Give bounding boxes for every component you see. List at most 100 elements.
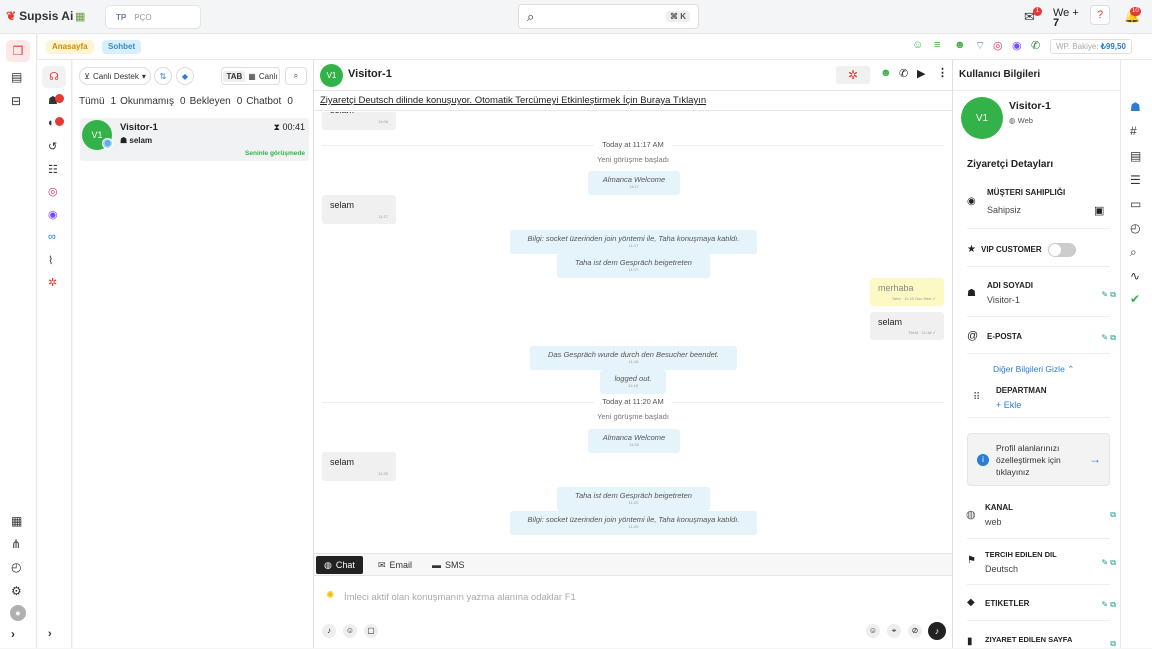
instagram-icon[interactable]: ◎ [993,39,1003,52]
add-department-link[interactable]: + Ekle [996,400,1106,410]
wifi-icon[interactable]: ⌔ [975,39,985,53]
composer: ◍ Chat ✉ Email ▬ SMS ✺ İmleci aktif olan ko… [314,553,952,648]
tab-sms[interactable]: ▬ SMS [424,556,473,574]
history-icon[interactable]: ↺ [48,140,57,153]
list-icon[interactable]: ≡ [934,39,940,51]
global-search[interactable]: ⌕ ⌘ K [518,4,699,29]
tab-chatbot[interactable]: Chatbot 0 [246,96,293,107]
message-time: 11:06 [378,119,388,124]
flow-icon[interactable]: ∿ [1130,269,1140,283]
instagram-nav-icon[interactable]: ◎ [48,185,58,198]
chat-nav-icon[interactable]: ❒ [6,40,30,62]
list-item[interactable]: V1 ◍ Visitor-1 ⧗ 00:41 ☗ selam Seninle g… [80,118,309,161]
user-info-icon[interactable]: ☗ [1130,100,1141,114]
tab-unread[interactable]: Okunmamış 0 [120,96,185,107]
tab-all[interactable]: Tümü 1 [79,96,116,107]
tab-view-button[interactable]: TAB [223,70,246,82]
list-search-icon[interactable]: ⌕ [285,67,307,85]
voice-send-icon[interactable]: ♪ [928,622,946,640]
video-icon[interactable]: ▶ [917,67,925,80]
supsis-icon[interactable]: ✲ [836,66,870,84]
channel-filter[interactable]: ⊻ Canlı Destek ▾ [79,67,151,85]
vip-toggle[interactable] [1048,243,1076,257]
attach-icon[interactable]: ⊘ [908,624,922,638]
transfer-icon[interactable]: ☻ [880,67,892,79]
bot-icon[interactable]: ☺ [343,624,357,638]
tray-nav-icon[interactable]: ⊟ [11,94,21,108]
tab-label: Tümü [79,96,105,107]
template-icon[interactable]: ▢ [364,624,378,638]
system-message: Taha ist dem Gespräch beigetreten 11:20 [557,487,710,511]
edit-copy-icon[interactable]: ✎ ⧉ [1101,333,1116,343]
contacts-icon[interactable]: ☰ [1130,173,1141,187]
phone-icon[interactable]: ✆ [899,67,908,80]
tab-email[interactable]: ✉ Email [370,556,420,574]
tab-chat[interactable]: ◍ Chat [316,556,363,574]
contact-card-icon[interactable]: ▣ [1094,204,1104,217]
hash-icon[interactable]: # [1130,124,1137,138]
org-selector[interactable]: TP PÇO [105,5,201,29]
tab-label: Email [389,560,413,570]
home-pill[interactable]: Anasayfa [46,40,94,54]
message-input[interactable]: İmleci aktif olan konuşmanın yazma alanı… [344,592,576,603]
field-label: ETIKETLER [985,599,1030,608]
emoji-icon[interactable]: ☺ [866,624,880,638]
toggle-more-link[interactable]: Diğer Bilgileri Gizle ⌃ [993,364,1074,375]
collapse-icon[interactable]: › [48,628,52,640]
mic-icon[interactable]: ♪ [322,624,336,638]
drag-handle-icon[interactable]: ⠿ [973,392,980,403]
chat-icon[interactable]: ▭ [1130,197,1141,211]
app-logo[interactable]: ❦ Supsis Ai [6,9,73,23]
edit-copy-icon[interactable]: ✎ ⧉ [1101,290,1116,300]
sort-icon[interactable]: ⇅ [154,67,172,85]
document-icon[interactable]: ▤ [1130,149,1141,163]
agents-icon[interactable]: ☻ [954,39,966,51]
user-count: 7 [1053,17,1060,29]
meta-nav-icon[interactable]: ∞ [48,231,56,243]
check-shield-icon[interactable]: ✔ [1130,292,1140,306]
field-label: ADI SOYADI [987,281,1033,290]
search-icon[interactable]: ⌕ [1130,245,1137,260]
edit-copy-icon[interactable]: ✎ ⧉ [1101,558,1116,568]
share-nav-icon[interactable]: ⋔ [11,537,21,551]
dashboard-nav-icon[interactable]: ▦ [11,514,22,528]
settings-nav-icon[interactable]: ⚙ [11,584,22,598]
alert-nav-icon[interactable]: ◐ [48,117,55,129]
wait-timer: ⧗ 00:41 [274,122,305,133]
tab-waiting[interactable]: Bekleyen 0 [190,96,243,107]
more-icon[interactable]: ⋮ [937,66,948,79]
supsis-nav-icon[interactable]: ✲ [48,276,57,289]
copy-icon[interactable]: ⧉ [1110,510,1116,520]
inbox-nav-icon[interactable]: ▤ [11,70,22,84]
location-icon[interactable]: ⌖ [887,624,901,638]
divider [967,228,1110,229]
help-icon[interactable]: ? [1090,5,1110,25]
visitor-name: Visitor-1 [120,122,158,133]
messenger-icon[interactable]: ◉ [1012,39,1022,52]
edit-copy-icon[interactable]: ✎ ⧉ [1101,600,1116,610]
globe-icon: ◍ [966,509,976,521]
bot-icon[interactable]: ☺ [912,39,923,51]
history-nav-icon[interactable]: ◴ [11,560,21,574]
rss-nav-icon[interactable]: ⌇ [48,254,53,267]
messenger-nav-icon[interactable]: ◉ [48,208,58,221]
section-title: Ziyaretçi Detayları [967,159,1054,170]
chat-pill[interactable]: Sohbet [102,40,142,54]
tab-count: 0 [236,96,243,107]
customize-profile-card[interactable]: i Profil alanlarınızı özelleştirmek için… [967,433,1110,486]
live-view-button[interactable]: Canlı [259,72,278,81]
chevron-down-icon: ▾ [141,71,146,81]
plus-icon: + [1072,7,1079,19]
translate-banner[interactable]: Ziyaretçi Deutsch dilinde konuşuyor. Oto… [314,91,952,111]
layers-icon[interactable]: ◆ [176,67,194,85]
headset-nav-icon[interactable]: ☊ [42,66,66,88]
apps-grid-icon[interactable]: ▦ [75,10,85,23]
team-icon[interactable]: ☷ [48,163,58,176]
info-icon: i [977,454,989,466]
view-toggle[interactable]: TAB ▦ Canlı [221,67,280,85]
avatar[interactable]: ● [10,605,26,621]
expand-icon[interactable]: › [11,627,15,641]
history-icon[interactable]: ◴ [1130,221,1140,235]
whatsapp-icon[interactable]: ✆ [1031,39,1040,52]
user-menu[interactable]: We +7 [1053,7,1079,29]
